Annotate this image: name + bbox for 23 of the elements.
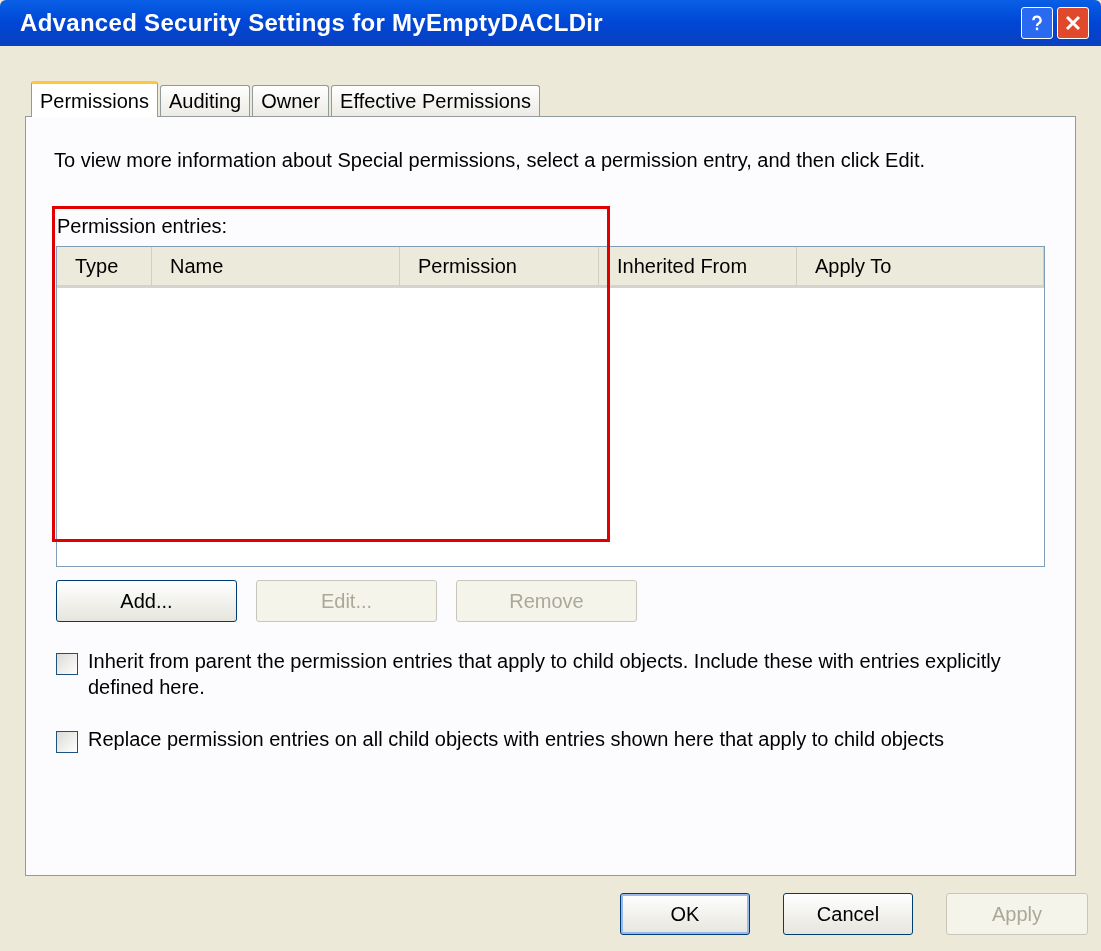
entries-label: Permission entries: [57, 214, 229, 239]
checkbox-label: Replace permission entries on all child objects with entries shown here that apply to child objects [88, 727, 944, 752]
column-header[interactable]: Permission [400, 247, 599, 285]
checkbox-label: Inherit from parent the permission entries that apply to child objects. Include these with entries explicitly defined here. [88, 649, 1002, 700]
dialog-button[interactable]: Cancel [783, 893, 913, 935]
column-header[interactable]: Inherited From [599, 247, 797, 285]
checkbox[interactable] [56, 731, 78, 753]
dialog-button[interactable]: OK [620, 893, 750, 935]
column-header[interactable]: Type [57, 247, 152, 285]
tab[interactable]: Permissions [31, 81, 158, 117]
permission-list[interactable]: Type Name Permission Inherited From Apply To [56, 246, 1045, 567]
close-icon [1063, 13, 1083, 33]
entry-button[interactable]: Add... [56, 580, 237, 622]
checkbox[interactable] [56, 653, 78, 675]
help-button[interactable] [1021, 7, 1053, 39]
close-button[interactable] [1057, 7, 1089, 39]
tab[interactable]: Owner [252, 85, 330, 116]
tab[interactable]: Auditing [159, 85, 251, 116]
tab[interactable]: Effective Permissions [331, 85, 540, 116]
column-header[interactable]: Apply To [797, 247, 1044, 285]
window-title: Advanced Security Settings for MyEmptyDACLDir [20, 8, 604, 38]
info-text: To view more information about Special permissions, select a permission entry, and then click Edit. [54, 148, 927, 173]
column-header[interactable]: Name [152, 247, 400, 285]
